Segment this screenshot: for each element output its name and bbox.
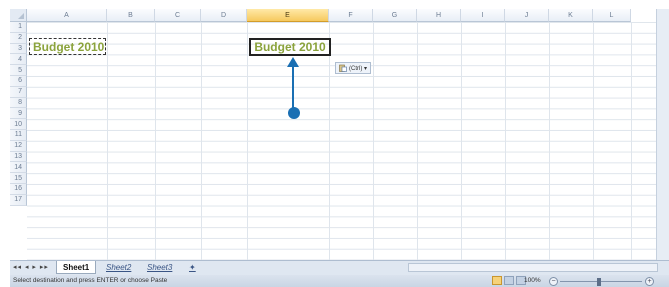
zoom-slider-thumb[interactable] [597,278,601,286]
column-header-l[interactable]: L [593,9,631,22]
row-header[interactable]: 8 [10,97,27,109]
column-header-k[interactable]: K [549,9,593,22]
page-layout-icon[interactable] [504,276,514,285]
column-header-e[interactable]: E [247,9,329,22]
cell-grid[interactable] [27,22,657,260]
active-cell-e2[interactable]: Budget 2010 [249,38,331,56]
gridline [247,22,248,260]
row-header[interactable]: 2 [10,32,27,44]
column-header-b[interactable]: B [107,9,155,22]
zoom-out-icon[interactable]: − [549,277,558,286]
paste-options-button[interactable]: (Ctrl) ▾ [335,62,372,74]
paste-options-icon [339,64,347,72]
row-header[interactable]: 3 [10,43,27,55]
row-header[interactable]: 16 [10,183,27,195]
column-header-i[interactable]: I [461,9,505,22]
row-header[interactable]: 12 [10,140,27,152]
column-header-g[interactable]: G [373,9,417,22]
gridline [329,22,330,260]
row-header[interactable]: 13 [10,151,27,163]
column-headers: A B C D E F G H I J K L [27,9,631,22]
gridline [201,22,202,260]
row-header[interactable]: 9 [10,108,27,120]
gridline [155,22,156,260]
row-header[interactable]: 1 [10,22,27,33]
copied-cell-a2[interactable]: Budget 2010 [29,38,106,55]
column-header-a[interactable]: A [27,9,107,22]
zoom-slider[interactable] [560,281,642,282]
gridline [417,22,418,260]
row-header[interactable]: 5 [10,65,27,76]
column-header-f[interactable]: F [329,9,373,22]
tab-sheet3[interactable]: Sheet3 [141,261,178,274]
row-header[interactable]: 4 [10,54,27,66]
paste-options-label: (Ctrl) ▾ [349,65,368,72]
tab-sheet1[interactable]: Sheet1 [56,261,97,274]
column-header-j[interactable]: J [505,9,549,22]
gridline [549,22,550,260]
row-header[interactable]: 14 [10,162,27,174]
gridline [505,22,506,260]
row-header[interactable]: 11 [10,129,27,141]
row-header[interactable]: 17 [10,194,27,206]
gridline [631,22,632,260]
gridline [461,22,462,260]
zoom-level[interactable]: 100% [524,277,541,284]
gridline [593,22,594,260]
zoom-in-icon[interactable]: + [645,277,654,286]
column-header-c[interactable]: C [155,9,201,22]
status-message: Select destination and press ENTER or ch… [13,277,168,284]
sheet-nav-icon[interactable]: ◂◂ ◂ ▸ ▸▸ [13,263,49,271]
row-header[interactable]: 7 [10,86,27,98]
tab-sheet2[interactable]: Sheet2 [100,261,137,274]
horizontal-scrollbar[interactable] [408,263,658,272]
vertical-scrollbar[interactable] [656,9,669,260]
view-buttons [492,276,526,285]
new-sheet-icon[interactable]: ✦ [183,261,202,274]
spreadsheet: A B C D E F G H I J K L 1 2 3 4 5 6 7 8 … [0,0,669,287]
select-all-corner[interactable] [10,9,27,22]
column-header-h[interactable]: H [417,9,461,22]
gridline [107,22,108,260]
normal-view-icon[interactable] [492,276,502,285]
row-header[interactable]: 15 [10,173,27,184]
sheet-tab-bar: ◂◂ ◂ ▸ ▸▸ Sheet1 Sheet2 Sheet3 ✦ [10,260,669,275]
row-headers: 1 2 3 4 5 6 7 8 9 10 11 12 13 14 15 16 1… [10,22,27,206]
column-header-d[interactable]: D [201,9,247,22]
annotation-arrow-icon [287,57,300,119]
row-header[interactable]: 6 [10,75,27,87]
gridline [373,22,374,260]
row-header[interactable]: 10 [10,119,27,130]
